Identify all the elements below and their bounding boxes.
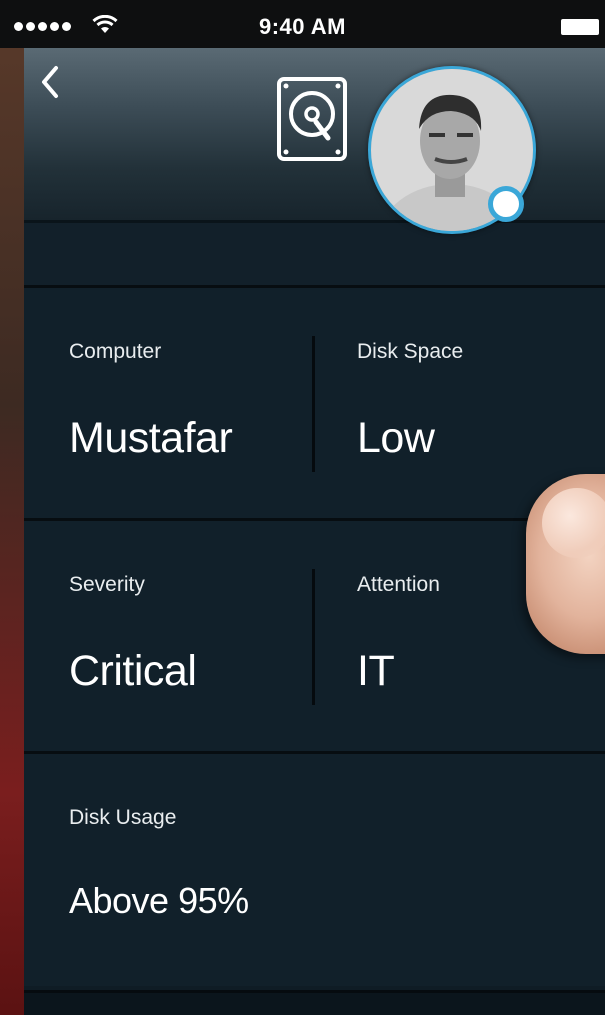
computer-field: Computer Mustafar <box>24 288 314 518</box>
hard-drive-icon <box>277 77 347 161</box>
chevron-left-icon[interactable] <box>36 62 66 102</box>
attention-value: IT <box>357 647 395 695</box>
finger-overlay <box>526 474 605 654</box>
details-row: Disk Usage Above 95% <box>24 751 605 986</box>
severity-label: Severity <box>69 573 145 596</box>
status-bar: 9:40 AM <box>0 0 605 48</box>
computer-label: Computer <box>69 340 162 363</box>
details-grid: Computer Mustafar Disk Space Low Severit… <box>24 285 605 986</box>
computer-value: Mustafar <box>69 414 233 462</box>
severity-value: Critical <box>69 647 197 695</box>
presence-indicator <box>488 186 524 222</box>
background-edge <box>0 0 24 1015</box>
attention-label: Attention <box>357 573 440 596</box>
disk-usage-field: Disk Usage Above 95% <box>24 754 605 984</box>
battery-icon <box>561 19 599 35</box>
disk-space-label: Disk Space <box>357 340 464 363</box>
status-time: 9:40 AM <box>258 14 347 39</box>
bottom-bar <box>24 990 605 1015</box>
details-row: Computer Mustafar Disk Space Low <box>24 285 605 518</box>
severity-field: Severity Critical <box>24 521 314 751</box>
disk-usage-label: Disk Usage <box>69 806 177 829</box>
screen-stage: 9:40 AM Computer Mustafar Disk Space Low… <box>0 0 605 1015</box>
disk-space-value: Low <box>357 414 435 462</box>
details-row: Severity Critical Attention IT <box>24 518 605 751</box>
disk-usage-value: Above 95% <box>69 880 249 921</box>
